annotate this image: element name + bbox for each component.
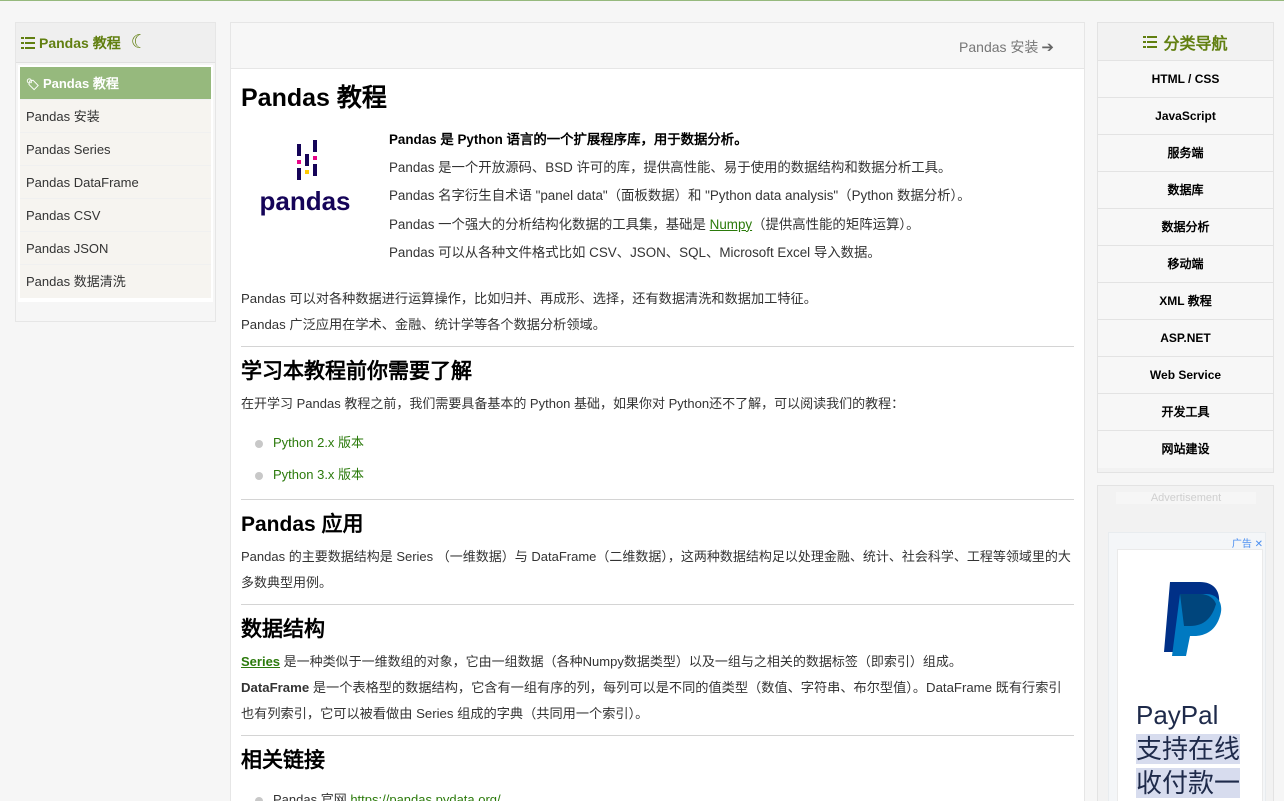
series-desc: Series 是一种类似于一维数组的对象，它由一组数据（各种Numpy数据类型）… bbox=[241, 649, 1074, 675]
section-text: 是一个表格型的数据结构，它含有一组有序的列，每列可以是不同的值类型（数值、字符串… bbox=[241, 680, 1062, 721]
series-link[interactable]: Series bbox=[241, 654, 280, 669]
ad-line: 支持在线 bbox=[1136, 732, 1241, 766]
left-sidebar: Pandas 教程 ☾ 🏷 Pandas 教程 Pandas 安装 Pandas … bbox=[15, 22, 216, 322]
prereq-links: Python 2.x 版本 Python 3.x 版本 bbox=[241, 427, 1074, 491]
ad-line-text: 收付款一 bbox=[1136, 768, 1241, 798]
category-data-analysis[interactable]: 数据分析 bbox=[1098, 209, 1273, 246]
category-database[interactable]: 数据库 bbox=[1098, 172, 1273, 209]
numpy-link[interactable]: Numpy bbox=[710, 217, 752, 232]
sidebar-item-pandas-series[interactable]: Pandas Series bbox=[20, 133, 211, 166]
paragraph: Pandas 广泛应用在学术、金融、统计学等各个数据分析领域。 bbox=[241, 317, 606, 332]
svg-text:pandas: pandas bbox=[259, 186, 350, 216]
intro-block: pandas Pandas 是 Python 语言的一个扩展程序库，用于数据分析… bbox=[241, 126, 1074, 286]
intro-bold: Pandas 是 Python 语言的一个扩展程序库，用于数据分析。 bbox=[389, 132, 748, 147]
right-sidebar-header: 分类导航 bbox=[1098, 23, 1273, 61]
sidebar-item-pandas-cleaning[interactable]: Pandas 数据清洗 bbox=[20, 265, 211, 298]
category-server[interactable]: 服务端 bbox=[1098, 135, 1273, 172]
intro-text: （提供高性能的矩阵运算）。 bbox=[752, 216, 920, 232]
paypal-logo bbox=[1164, 582, 1222, 656]
list-icon bbox=[1143, 35, 1158, 48]
divider bbox=[241, 346, 1074, 347]
page-title: Pandas 教程 bbox=[241, 84, 387, 112]
sidebar-item-label: Pandas DataFrame bbox=[26, 175, 139, 190]
sidebar-item-label: Pandas CSV bbox=[26, 208, 101, 223]
main-content: Pandas 安装 ➔ Pandas 教程 pandas Pandas 是 Pyt… bbox=[230, 22, 1085, 801]
moon-icon[interactable]: ☾ bbox=[131, 31, 148, 54]
section-heading: Pandas 应用 bbox=[241, 513, 364, 536]
python2-link[interactable]: Python 2.x 版本 bbox=[273, 435, 364, 450]
link-label: Pandas 官网 bbox=[273, 792, 351, 801]
ad-text: PayPal 支持在线 收付款一 bbox=[1136, 698, 1241, 800]
category-mobile[interactable]: 移动端 bbox=[1098, 246, 1273, 283]
section-text: 是一种类似于一维数组的对象，它由一组数据（各种Numpy数据类型）以及一组与之相… bbox=[280, 654, 962, 669]
next-page-label: Pandas 安装 bbox=[959, 39, 1039, 55]
category-website-building[interactable]: 网站建设 bbox=[1098, 431, 1273, 468]
paragraph: Pandas 可以对各种数据进行运算操作，比如归并、再成形、选择，还有数据清洗和… bbox=[241, 291, 817, 306]
section-heading: 相关链接 bbox=[241, 749, 325, 772]
ad-box[interactable]: 广告 ✕ PayPal 支持在线 收付款一 bbox=[1108, 532, 1266, 801]
divider bbox=[241, 604, 1074, 605]
ad-line-text: 支持在线 bbox=[1136, 734, 1241, 764]
ad-line: 收付款一 bbox=[1136, 766, 1241, 800]
list-item: Python 3.x 版本 bbox=[255, 459, 1074, 491]
article-topbar: Pandas 安装 ➔ bbox=[231, 23, 1084, 69]
category-html-css[interactable]: HTML / CSS bbox=[1098, 61, 1273, 98]
python3-link[interactable]: Python 3.x 版本 bbox=[273, 467, 364, 482]
ad-creative[interactable]: PayPal 支持在线 收付款一 bbox=[1117, 549, 1263, 801]
left-sidebar-list: 🏷 Pandas 教程 Pandas 安装 Pandas Series Panda… bbox=[18, 65, 213, 302]
sidebar-item-label: Pandas JSON bbox=[26, 241, 109, 256]
intro-text: Pandas 一个强大的分析结构化数据的工具集，基础是 bbox=[389, 216, 710, 232]
right-sidebar: 分类导航 HTML / CSS JavaScript 服务端 数据库 数据分析 … bbox=[1097, 22, 1274, 473]
sidebar-item-pandas-dataframe[interactable]: Pandas DataFrame bbox=[20, 166, 211, 199]
pandas-logo: pandas bbox=[259, 140, 351, 216]
article-body: Pandas 教程 pandas Pandas 是 Python 语言的一个扩展… bbox=[231, 82, 1084, 801]
arrow-right-icon: ➔ bbox=[1041, 39, 1054, 56]
divider bbox=[241, 735, 1074, 736]
category-web-service[interactable]: Web Service bbox=[1098, 357, 1273, 394]
category-aspnet[interactable]: ASP.NET bbox=[1098, 320, 1273, 357]
dataframe-desc: DataFrame 是一个表格型的数据结构，它含有一组有序的列，每列可以是不同的… bbox=[241, 675, 1074, 727]
ad-panel: Advertisement 广告 ✕ PayPal 支持在线 收付款一 bbox=[1097, 485, 1274, 801]
right-sidebar-title: 分类导航 bbox=[1163, 35, 1228, 53]
intro-line: Pandas 可以从各种文件格式比如 CSV、JSON、SQL、Microsof… bbox=[389, 244, 881, 260]
related-links: Pandas 官网 https://pandas.pydata.org/ bbox=[241, 784, 1074, 801]
dataframe-term: DataFrame bbox=[241, 680, 310, 695]
ad-line: PayPal bbox=[1136, 700, 1219, 730]
intro-line: Pandas 一个强大的分析结构化数据的工具集，基础是 Numpy（提供高性能的… bbox=[389, 211, 1074, 239]
sidebar-item-label: Pandas 教程 bbox=[42, 76, 119, 91]
ad-label: Advertisement bbox=[1116, 492, 1256, 504]
intro-lines: Pandas 是 Python 语言的一个扩展程序库，用于数据分析。 Panda… bbox=[389, 126, 1074, 267]
ad-tag[interactable]: 广告 ✕ bbox=[1232, 535, 1263, 550]
divider bbox=[241, 499, 1074, 500]
sidebar-item-pandas-csv[interactable]: Pandas CSV bbox=[20, 199, 211, 232]
sidebar-item-label: Pandas 安装 bbox=[26, 109, 100, 124]
section-heading: 学习本教程前你需要了解 bbox=[241, 360, 472, 383]
next-page-link[interactable]: Pandas 安装 ➔ bbox=[959, 37, 1054, 57]
category-xml[interactable]: XML 教程 bbox=[1098, 283, 1273, 320]
left-sidebar-title: Pandas 教程 bbox=[39, 34, 121, 51]
list-item: Pandas 官网 https://pandas.pydata.org/ bbox=[255, 784, 1074, 801]
section-text: 在开学习 Pandas 教程之前，我们需要具备基本的 Python 基础，如果你… bbox=[241, 396, 905, 411]
sidebar-item-pandas-install[interactable]: Pandas 安装 bbox=[20, 100, 211, 133]
category-javascript[interactable]: JavaScript bbox=[1098, 98, 1273, 135]
category-dev-tools[interactable]: 开发工具 bbox=[1098, 394, 1273, 431]
sidebar-item-label: Pandas Series bbox=[26, 142, 111, 157]
pandas-site-link[interactable]: https://pandas.pydata.org/ bbox=[350, 792, 500, 801]
intro-line: Pandas 名字衍生自术语 "panel data"（面板数据）和 "Pyth… bbox=[389, 188, 971, 204]
tag-icon: 🏷 bbox=[26, 79, 40, 91]
left-sidebar-header: Pandas 教程 ☾ bbox=[16, 23, 215, 63]
section-text: Pandas 的主要数据结构是 Series （一维数据）与 DataFrame… bbox=[241, 549, 1071, 590]
section-heading: 数据结构 bbox=[241, 618, 325, 641]
intro-line: Pandas 是一个开放源码、BSD 许可的库，提供高性能、易于使用的数据结构和… bbox=[389, 160, 952, 176]
sidebar-item-label: Pandas 数据清洗 bbox=[26, 274, 126, 289]
sidebar-item-pandas-tutorial[interactable]: 🏷 Pandas 教程 bbox=[20, 67, 211, 100]
list-icon bbox=[21, 36, 35, 49]
sidebar-item-pandas-json[interactable]: Pandas JSON bbox=[20, 232, 211, 265]
list-item: Python 2.x 版本 bbox=[255, 427, 1074, 459]
